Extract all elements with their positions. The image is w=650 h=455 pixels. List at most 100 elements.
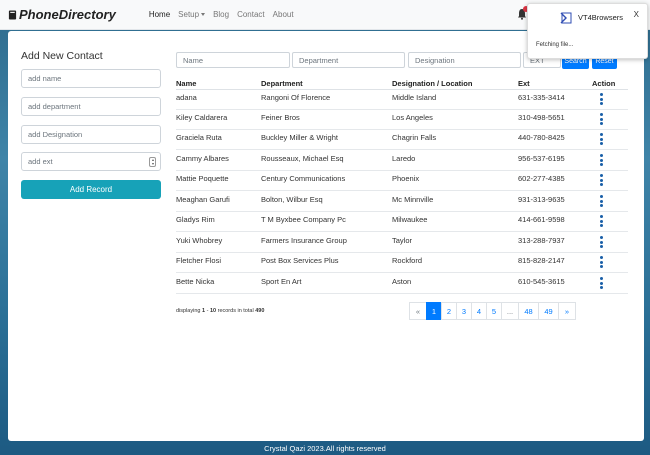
add-name-input[interactable]: add name bbox=[21, 69, 161, 88]
table-row: Kiley Caldarera Feiner Bros Los Angeles … bbox=[176, 110, 628, 130]
cell-department: Rangoni Of Florence bbox=[261, 93, 331, 102]
cell-ext: 956-537-6195 bbox=[518, 154, 565, 163]
more-vertical-icon[interactable] bbox=[599, 195, 603, 208]
cell-name: Mattie Poquette bbox=[176, 174, 229, 183]
more-vertical-icon[interactable] bbox=[599, 154, 603, 167]
form-title: Add New Contact bbox=[21, 50, 103, 62]
nav-menu: Home Setup Blog Contact About bbox=[149, 10, 302, 19]
brand[interactable]: PhoneDirectory bbox=[8, 7, 116, 22]
number-spinner-icon[interactable] bbox=[149, 157, 156, 167]
more-vertical-icon[interactable] bbox=[599, 133, 603, 146]
more-vertical-icon[interactable] bbox=[599, 174, 603, 187]
page-5[interactable]: 5 bbox=[486, 302, 502, 320]
more-vertical-icon[interactable] bbox=[599, 236, 603, 249]
filter-designation-input[interactable]: Designation bbox=[408, 52, 521, 68]
records-info: displaying 1 - 10 records in total 490 bbox=[176, 308, 264, 314]
header-name: Name bbox=[176, 79, 197, 88]
footer: Crystal Qazi 2023.All rights reserved bbox=[264, 444, 386, 453]
nav-setup[interactable]: Setup bbox=[178, 10, 206, 19]
table-row: adana Rangoni Of Florence Middle Island … bbox=[176, 90, 628, 110]
add-ext-placeholder: add ext bbox=[28, 157, 53, 166]
add-name-placeholder: add name bbox=[28, 74, 62, 83]
more-vertical-icon[interactable] bbox=[599, 256, 603, 269]
more-vertical-icon[interactable] bbox=[599, 277, 603, 290]
cell-department: Century Communications bbox=[261, 174, 346, 183]
records-prefix: displaying bbox=[176, 308, 202, 314]
page-ellipsis: ... bbox=[501, 302, 519, 320]
nav-home[interactable]: Home bbox=[149, 10, 170, 19]
header-action: Action bbox=[592, 79, 616, 88]
close-icon[interactable]: X bbox=[634, 10, 639, 19]
cell-ext: 931-313-9635 bbox=[518, 195, 565, 204]
page-4[interactable]: 4 bbox=[471, 302, 487, 320]
add-designation-placeholder: add Designation bbox=[28, 130, 83, 139]
cell-department: Sport En Art bbox=[261, 277, 302, 286]
page-2[interactable]: 2 bbox=[441, 302, 457, 320]
filter-designation-placeholder: Designation bbox=[415, 55, 455, 65]
cell-department: Farmers Insurance Group bbox=[261, 236, 347, 245]
cell-ext: 310-498-5651 bbox=[518, 113, 565, 122]
cell-department: Buckley Miller & Wright bbox=[261, 133, 338, 142]
cell-name: Bette Nicka bbox=[176, 277, 215, 286]
cell-department: T M Byxbee Company Pc bbox=[261, 215, 346, 224]
vt-logo-icon bbox=[560, 12, 572, 24]
page-1[interactable]: 1 bbox=[426, 302, 442, 320]
page-48[interactable]: 48 bbox=[518, 302, 539, 320]
cell-designation: Phoenix bbox=[392, 174, 420, 183]
nav-contact[interactable]: Contact bbox=[237, 10, 265, 19]
more-vertical-icon[interactable] bbox=[599, 93, 603, 106]
cell-name: Kiley Caldarera bbox=[176, 113, 228, 122]
brand-text: PhoneDirectory bbox=[19, 7, 116, 22]
cell-ext: 815-828-2147 bbox=[518, 256, 565, 265]
cell-name: Meaghan Garufi bbox=[176, 195, 230, 204]
cell-designation: Milwaukee bbox=[392, 215, 428, 224]
cell-department: Rousseaux, Michael Esq bbox=[261, 154, 344, 163]
header-department: Department bbox=[261, 79, 303, 88]
cell-designation: Laredo bbox=[392, 154, 416, 163]
add-ext-input[interactable]: add ext bbox=[21, 152, 161, 171]
cell-designation: Middle Island bbox=[392, 93, 437, 102]
nav-setup-label: Setup bbox=[178, 10, 200, 19]
records-total: 490 bbox=[255, 308, 265, 314]
table-header: Name Department Designation / Location E… bbox=[176, 78, 628, 90]
cell-ext: 313-288-7937 bbox=[518, 236, 565, 245]
filter-name-placeholder: Name bbox=[183, 55, 204, 65]
filter-department-input[interactable]: Department bbox=[292, 52, 405, 68]
more-vertical-icon[interactable] bbox=[599, 113, 603, 126]
page-next[interactable]: » bbox=[558, 302, 576, 320]
table-row: Fletcher Flosi Post Box Services Plus Ro… bbox=[176, 253, 628, 273]
header-designation: Designation / Location bbox=[392, 79, 473, 88]
cell-department: Post Box Services Plus bbox=[261, 256, 339, 265]
table-row: Bette Nicka Sport En Art Aston 610-545-3… bbox=[176, 274, 628, 294]
cell-ext: 631-335-3414 bbox=[518, 93, 565, 102]
page-3[interactable]: 3 bbox=[456, 302, 472, 320]
add-designation-input[interactable]: add Designation bbox=[21, 125, 161, 144]
header-ext: Ext bbox=[518, 79, 530, 88]
cell-name: Cammy Albares bbox=[176, 154, 229, 163]
table-row: Meaghan Garufi Bolton, Wilbur Esq Mc Min… bbox=[176, 192, 628, 212]
page-prev[interactable]: « bbox=[409, 302, 427, 320]
filter-name-input[interactable]: Name bbox=[176, 52, 290, 68]
pagination: « 1 2 3 4 5 ... 48 49 » bbox=[409, 302, 576, 320]
add-department-input[interactable]: add department bbox=[21, 97, 161, 116]
caret-down-icon bbox=[201, 13, 206, 17]
cell-ext: 414-661-9598 bbox=[518, 215, 565, 224]
popup-title: VT4Browsers bbox=[578, 13, 624, 22]
cell-department: Bolton, Wilbur Esq bbox=[261, 195, 323, 204]
cell-name: Gladys Rim bbox=[176, 215, 215, 224]
cell-designation: Mc Minnville bbox=[392, 195, 434, 204]
more-vertical-icon[interactable] bbox=[599, 215, 603, 228]
cell-designation: Chagrin Falls bbox=[392, 133, 437, 142]
records-mid: records in total bbox=[216, 308, 256, 314]
cell-designation: Rockford bbox=[392, 256, 423, 265]
add-record-button[interactable]: Add Record bbox=[21, 180, 161, 199]
nav-blog[interactable]: Blog bbox=[213, 10, 229, 19]
table-row: Graciela Ruta Buckley Miller & Wright Ch… bbox=[176, 130, 628, 150]
page-49[interactable]: 49 bbox=[538, 302, 559, 320]
add-department-placeholder: add department bbox=[28, 102, 81, 111]
main-card: Add New Contact add name add department … bbox=[8, 31, 644, 441]
filter-department-placeholder: Department bbox=[299, 55, 339, 65]
nav-about[interactable]: About bbox=[273, 10, 294, 19]
cell-designation: Aston bbox=[392, 277, 412, 286]
popup-status: Fetching file... bbox=[536, 42, 574, 48]
